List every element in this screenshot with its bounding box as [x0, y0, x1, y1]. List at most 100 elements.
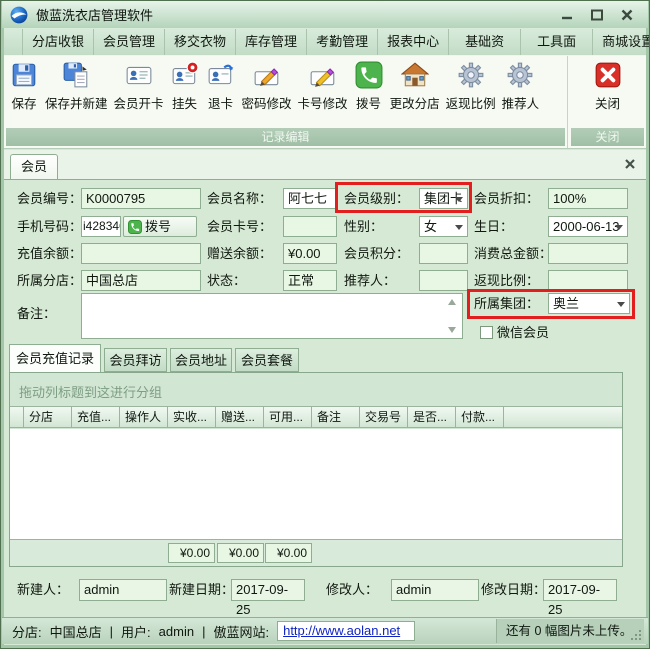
referrer-field-label: 推荐人： — [344, 273, 397, 288]
branch-field[interactable]: 中国总店 — [81, 270, 201, 291]
column-header-gift[interactable]: 赠送... — [216, 407, 264, 427]
member-no-field[interactable]: K0000795 — [81, 188, 201, 209]
recharge-balance-field[interactable] — [81, 243, 201, 264]
subtab-member-address[interactable]: 会员地址 — [170, 348, 232, 372]
grid-group-hint[interactable]: 拖动列标题到这进行分组 — [19, 382, 162, 401]
close-form-label: 关闭 — [594, 97, 620, 111]
scroll-up-icon[interactable] — [448, 299, 456, 305]
close-tab-icon[interactable] — [624, 158, 636, 170]
menu-tab-reports[interactable]: 报表中心 — [378, 29, 450, 55]
modified-date-label: 修改日期： — [481, 582, 547, 597]
cashback-ratio-icon — [456, 60, 486, 90]
save-button[interactable]: 保存 — [6, 58, 42, 114]
menu-tab-mall-settings[interactable]: 商城设置 — [593, 29, 649, 55]
column-header-recharge[interactable]: 充值... — [72, 407, 120, 427]
member-discount-field[interactable]: 100% — [548, 188, 628, 209]
gift-balance-label: 赠送余额： — [207, 246, 273, 261]
phone-icon — [128, 219, 142, 234]
footer-total-available: ¥0.00 — [265, 543, 312, 563]
referrer-field[interactable] — [419, 270, 468, 291]
wechat-member-checkbox[interactable] — [480, 326, 493, 339]
menu-tab-clothes-transfer[interactable]: 移交衣物 — [165, 29, 237, 55]
total-spend-field[interactable] — [548, 243, 628, 264]
card-number-edit-icon — [308, 60, 338, 90]
report-loss-label: 挂失 — [172, 97, 198, 111]
dial-button-toolbar[interactable]: 拨号 — [351, 58, 387, 114]
close-window-button[interactable] — [620, 9, 634, 21]
statusbar-user-value: admin — [158, 623, 195, 639]
subtab-member-package[interactable]: 会员套餐 — [235, 348, 299, 372]
card-no-field[interactable] — [283, 216, 337, 237]
scroll-down-icon[interactable] — [448, 327, 456, 333]
menu-tab-attendance[interactable]: 考勤管理 — [307, 29, 379, 55]
menu-tab-member-management[interactable]: 会员管理 — [94, 29, 166, 55]
member-name-field[interactable]: 阿七七 — [283, 188, 337, 209]
mobile-field[interactable]: i428346 — [81, 216, 121, 237]
created-date-field[interactable]: 2017-09-25 — [231, 579, 305, 617]
statusbar-branch-label: 分店: — [12, 624, 42, 640]
chevron-down-icon[interactable] — [615, 225, 623, 230]
grid-header-row: 分店 充值... 操作人 实收... 赠送... 可用... 备注 交易号 是否… — [10, 406, 622, 428]
menu-tab-inventory[interactable]: 库存管理 — [236, 29, 308, 55]
toolbar-caption-record-edit: 记录编辑 — [6, 128, 565, 146]
gift-balance-field[interactable]: ¥0.00 — [283, 243, 337, 264]
report-loss-button[interactable]: 挂失 — [167, 58, 203, 114]
created-by-field[interactable]: admin — [79, 579, 167, 601]
card-number-edit-button[interactable]: 卡号修改 — [295, 58, 351, 114]
resize-grip[interactable] — [639, 638, 641, 640]
toolbar: 保存 保存并新建 会员开卡 挂失 退卡 密码修改 卡号修改 拨号 更改分店 返现… — [4, 56, 646, 149]
menu-tab-base-data[interactable]: 基础资 — [449, 29, 522, 55]
highlight-box-member-group — [467, 289, 635, 319]
return-card-button[interactable]: 退卡 — [203, 58, 239, 114]
modified-by-label: 修改人： — [326, 582, 379, 597]
referrer-button[interactable]: 推荐人 — [499, 58, 543, 114]
statusbar-separator: | — [109, 623, 114, 639]
save-and-new-button[interactable]: 保存并新建 — [42, 58, 111, 114]
remark-label: 备注： — [17, 306, 57, 321]
member-name-label: 会员名称： — [207, 191, 273, 206]
modified-by-field[interactable]: admin — [391, 579, 479, 601]
close-form-button[interactable]: 关闭 — [590, 58, 626, 114]
member-discount-label: 会员折扣： — [474, 191, 540, 206]
dial-phone-button[interactable]: 拨号 — [123, 216, 197, 237]
column-header-remark[interactable]: 备注 — [312, 407, 360, 427]
save-and-new-label: 保存并新建 — [45, 97, 108, 111]
cashback-ratio-button[interactable]: 返现比例 — [443, 58, 499, 114]
status-field[interactable]: 正常 — [283, 270, 337, 291]
column-header-payment[interactable]: 付款... — [456, 407, 504, 427]
ribbon-tab-bar: 分店收银 会员管理 移交衣物 库存管理 考勤管理 报表中心 基础资 工具面 商城… — [4, 28, 649, 56]
column-header-whether[interactable]: 是否... — [408, 407, 456, 427]
column-header-available[interactable]: 可用... — [264, 407, 312, 427]
toolbar-group-close: 关闭 关闭 — [569, 56, 646, 148]
website-link[interactable]: http://www.aolan.net — [283, 623, 400, 638]
referrer-label: 推荐人 — [501, 97, 540, 111]
card-number-edit-label: 卡号修改 — [297, 97, 348, 111]
maximize-button[interactable] — [590, 9, 604, 21]
chevron-down-icon[interactable] — [455, 225, 463, 230]
points-field[interactable] — [419, 243, 468, 264]
tab-member[interactable]: 会员 — [10, 154, 59, 179]
menu-tab-branch-cashier[interactable]: 分店收银 — [22, 29, 95, 55]
modified-date-field[interactable]: 2017-09-25 — [543, 579, 617, 617]
status-label: 状态： — [207, 273, 247, 288]
subtab-recharge-records[interactable]: 会员充值记录 — [9, 344, 101, 372]
minimize-button[interactable] — [560, 9, 574, 21]
statusbar-branch-value: 中国总店 — [49, 624, 102, 640]
change-branch-label: 更改分店 — [389, 97, 440, 111]
column-header-operator[interactable]: 操作人 — [120, 407, 168, 427]
change-branch-icon — [400, 60, 430, 90]
remark-textarea[interactable] — [81, 293, 463, 339]
column-header-transaction-no[interactable]: 交易号 — [360, 407, 408, 427]
subtab-member-visits[interactable]: 会员拜访 — [104, 348, 167, 372]
password-edit-button[interactable]: 密码修改 — [239, 58, 295, 114]
grid-body-empty — [10, 429, 622, 539]
birthday-picker[interactable]: 2000-06-13 — [548, 216, 628, 237]
menu-tab-tools[interactable]: 工具面 — [521, 29, 594, 55]
column-header-received[interactable]: 实收... — [168, 407, 216, 427]
change-branch-button[interactable]: 更改分店 — [387, 58, 443, 114]
member-card-open-button[interactable]: 会员开卡 — [111, 58, 167, 114]
cashback-ratio-field[interactable] — [548, 270, 628, 291]
column-header-branch[interactable]: 分店 — [24, 407, 72, 427]
gender-dropdown[interactable]: 女 — [419, 216, 468, 237]
report-loss-icon — [170, 60, 200, 90]
